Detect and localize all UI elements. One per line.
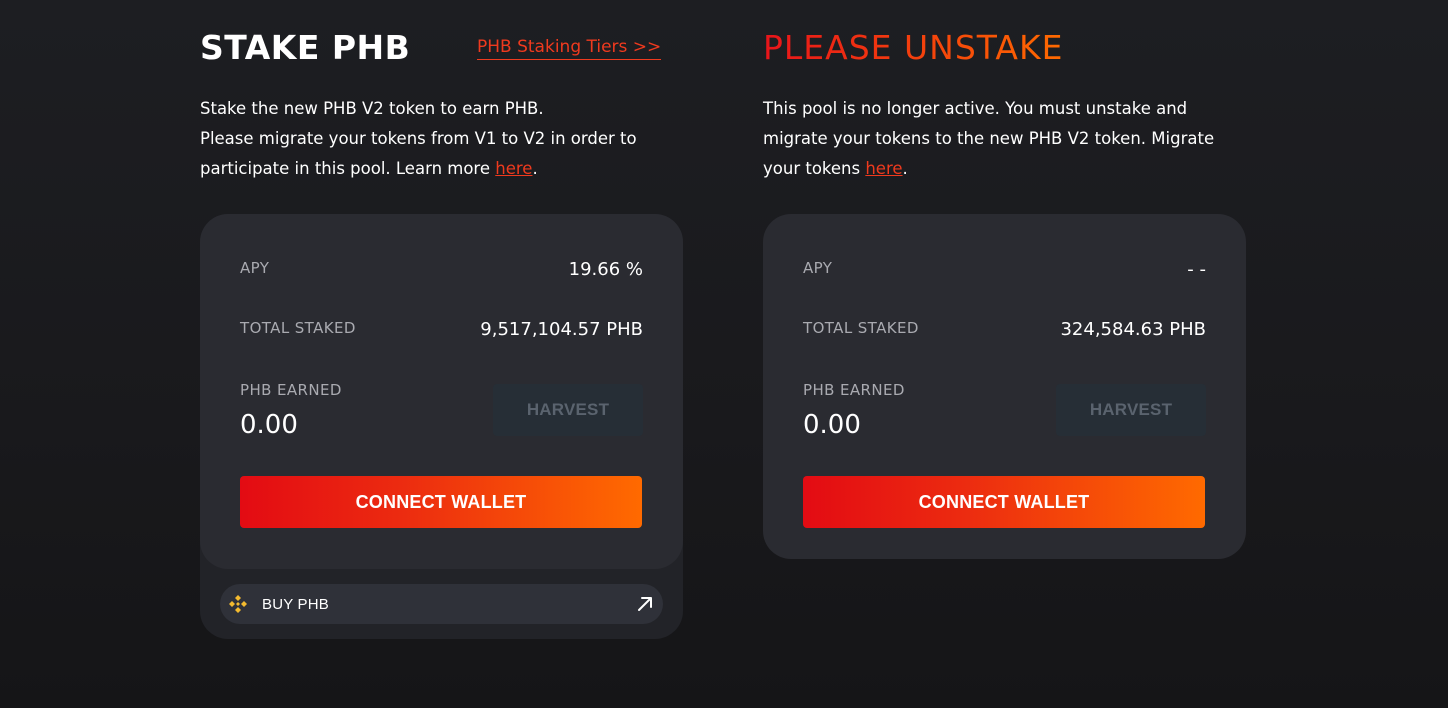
unstake-card: APY - - TOTAL STAKED 324,584.63 PHB PHB … — [763, 214, 1246, 559]
total-staked-value: 9,517,104.57 PHB — [480, 319, 643, 340]
phb-earned-label: PHB EARNED — [803, 381, 905, 399]
total-staked-label: TOTAL STAKED — [803, 319, 919, 337]
stake-title: STAKE PHB — [200, 28, 411, 67]
unstake-heading-row: PLEASE UNSTAKE — [763, 26, 1063, 70]
arrow-up-right-icon — [635, 594, 655, 614]
buy-phb-label: BUY PHB — [262, 595, 329, 613]
buy-phb-link[interactable]: BUY PHB — [220, 584, 663, 624]
stake-description-line1: Stake the new PHB V2 token to earn PHB. — [200, 99, 544, 118]
stake-card-wrapper: APY 19.66 % TOTAL STAKED 9,517,104.57 PH… — [200, 214, 683, 639]
stake-description-line2: Please migrate your tokens from V1 to V2… — [200, 129, 637, 178]
apy-value: 19.66 % — [568, 259, 643, 280]
stake-description-end: . — [532, 159, 538, 178]
connect-wallet-button[interactable]: CONNECT WALLET — [803, 476, 1205, 528]
total-staked-label: TOTAL STAKED — [240, 319, 356, 337]
unstake-description: This pool is no longer active. You must … — [763, 94, 1246, 184]
unstake-description-end: . — [902, 159, 908, 178]
stake-card: APY 19.66 % TOTAL STAKED 9,517,104.57 PH… — [200, 214, 683, 569]
binance-icon — [226, 592, 250, 616]
phb-earned-value: 0.00 — [803, 410, 861, 440]
apy-label: APY — [240, 259, 270, 277]
total-staked-value: 324,584.63 PHB — [1060, 319, 1206, 340]
harvest-button[interactable]: HARVEST — [493, 384, 643, 436]
phb-earned-label: PHB EARNED — [240, 381, 342, 399]
migrate-tokens-link[interactable]: here — [865, 159, 902, 178]
unstake-description-text: This pool is no longer active. You must … — [763, 99, 1215, 178]
staking-tiers-link[interactable]: PHB Staking Tiers >> — [477, 36, 662, 60]
phb-earned-value: 0.00 — [240, 410, 298, 440]
harvest-button[interactable]: HARVEST — [1056, 384, 1206, 436]
connect-wallet-button[interactable]: CONNECT WALLET — [240, 476, 642, 528]
apy-value: - - — [1187, 259, 1206, 280]
stake-description: Stake the new PHB V2 token to earn PHB. … — [200, 94, 683, 184]
learn-more-link[interactable]: here — [495, 159, 532, 178]
stake-heading-row: STAKE PHB — [200, 26, 410, 70]
unstake-title: PLEASE UNSTAKE — [763, 28, 1064, 67]
apy-label: APY — [803, 259, 833, 277]
